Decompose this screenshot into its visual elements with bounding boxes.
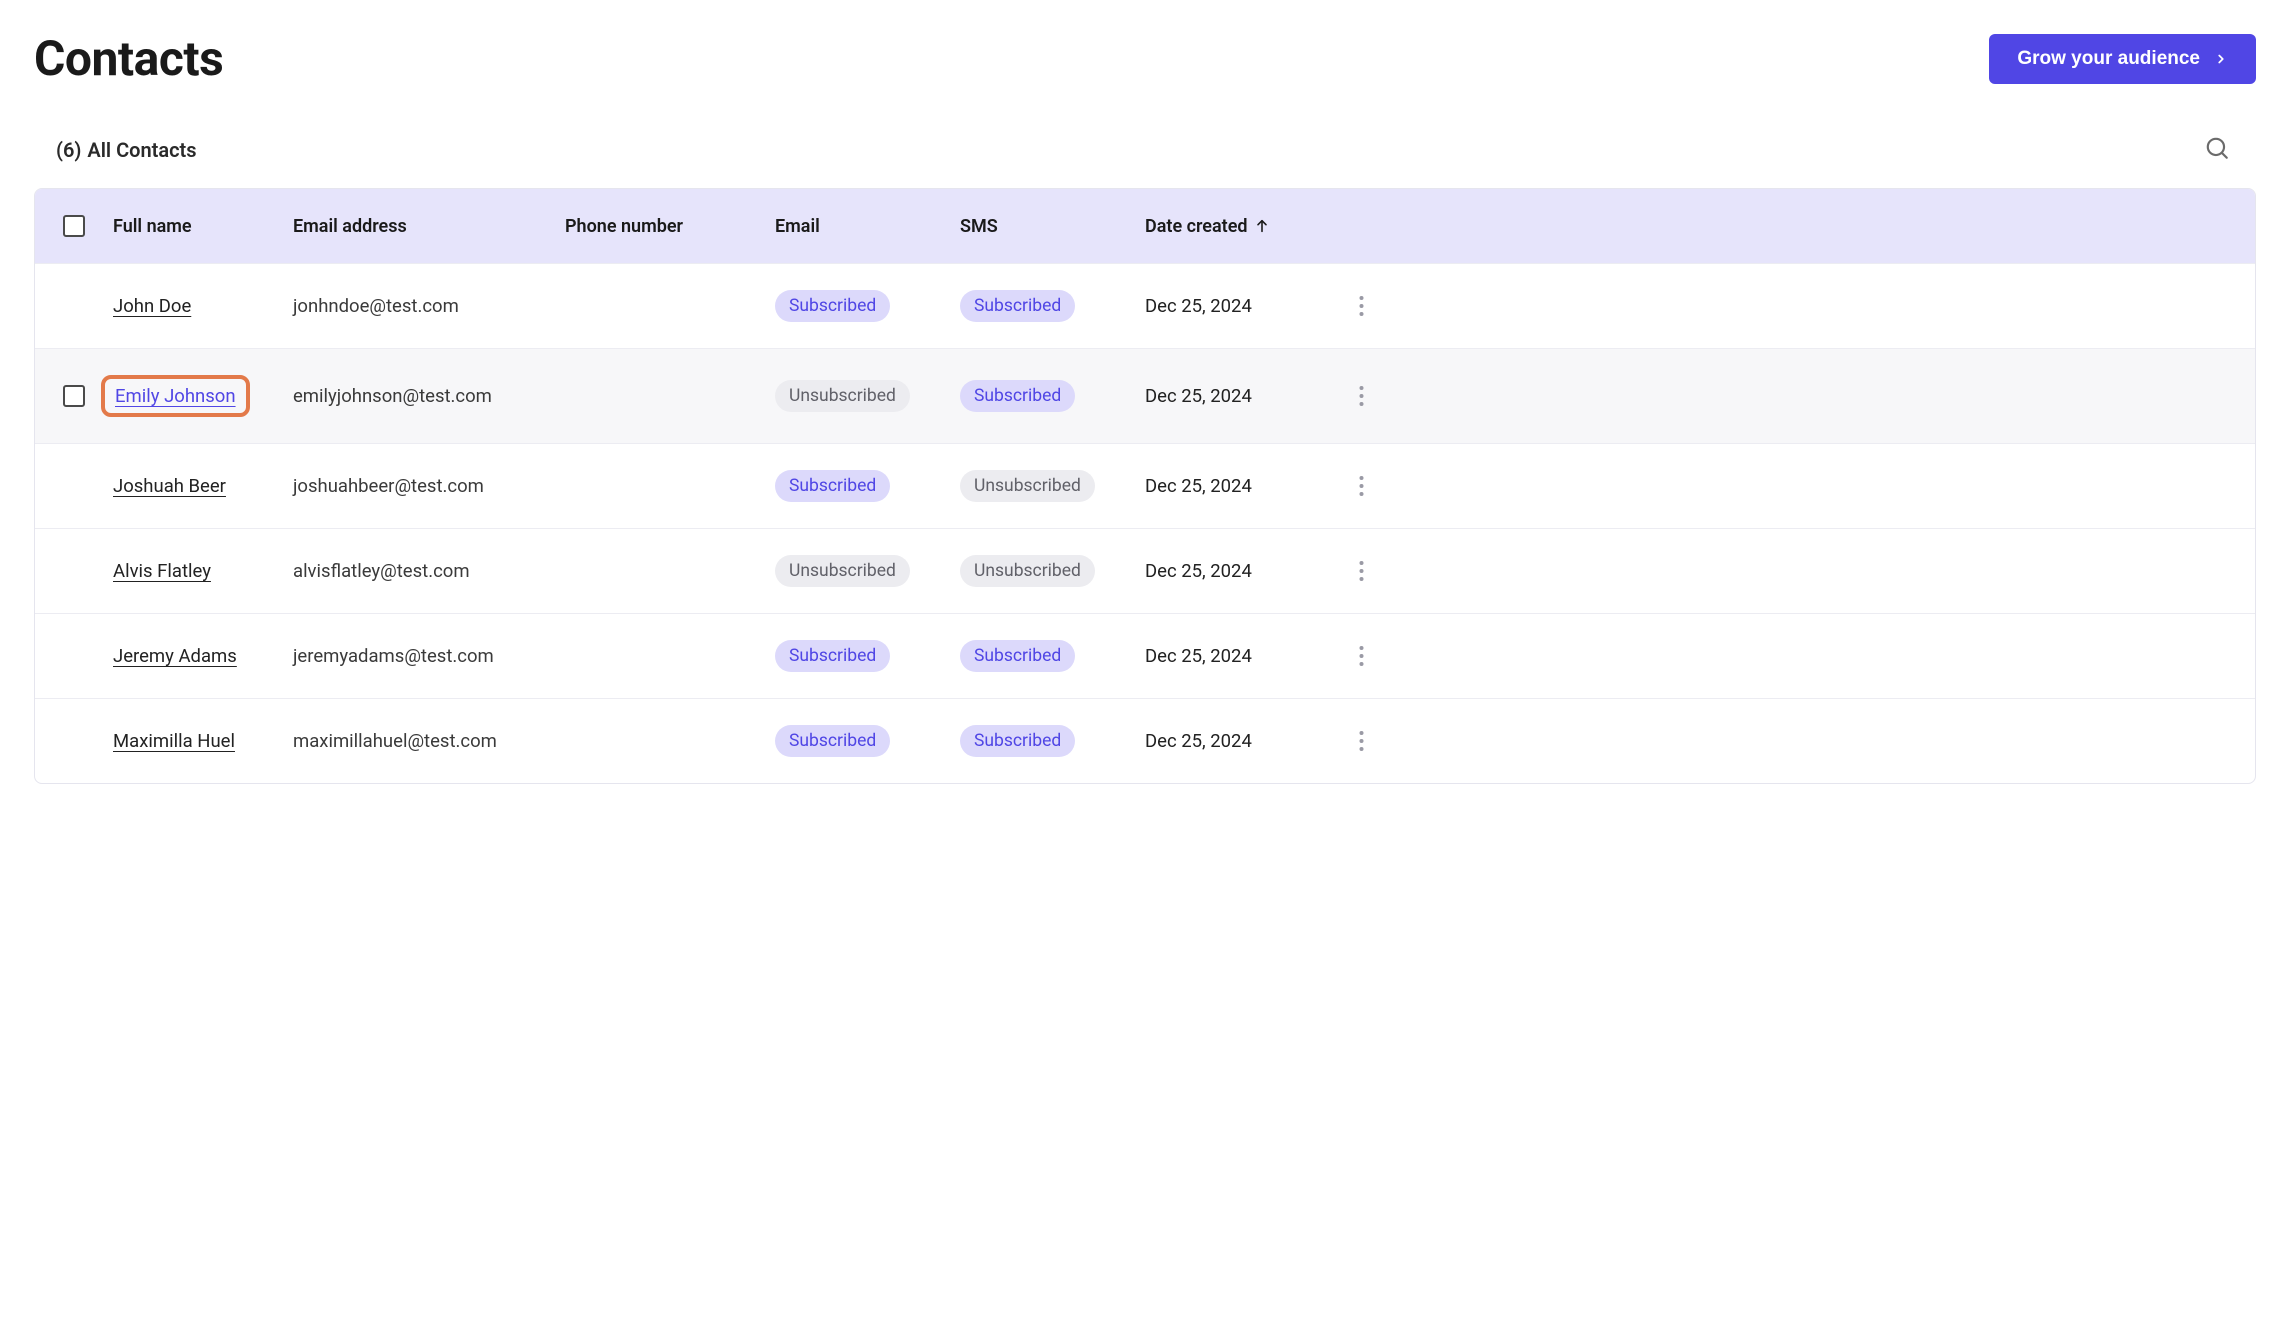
column-full-name[interactable]: Full name (113, 216, 293, 237)
email-status-badge: Unsubscribed (775, 380, 910, 412)
column-full-name-label: Full name (113, 216, 192, 237)
contact-name-link[interactable]: Joshuah Beer (113, 475, 226, 497)
date-created: Dec 25, 2024 (1145, 475, 1345, 497)
date-created: Dec 25, 2024 (1145, 295, 1345, 317)
search-icon (2204, 135, 2230, 161)
sms-status-badge: Subscribed (960, 380, 1075, 412)
date-created: Dec 25, 2024 (1145, 730, 1345, 752)
email-status-badge: Subscribed (775, 640, 890, 672)
column-date-created[interactable]: Date created (1145, 216, 1345, 237)
table-row: Jeremy Adams jeremyadams@test.com Subscrib… (35, 613, 2255, 698)
sort-ascending-icon (1254, 218, 1270, 234)
contacts-filter-label: All Contacts (87, 138, 196, 162)
more-vertical-icon (1359, 296, 1364, 316)
column-date-created-label: Date created (1145, 216, 1248, 237)
contact-name-link[interactable]: John Doe (113, 295, 191, 317)
table-row: Joshuah Beer joshuahbeer@test.com Subscrib… (35, 443, 2255, 528)
contact-email: maximillahuel@test.com (293, 730, 565, 752)
chevron-right-icon (2214, 52, 2228, 66)
callout-highlight: Emily Johnson (101, 375, 250, 417)
contacts-table: Full name Email address Phone number Ema… (34, 188, 2256, 784)
sms-status-badge: Unsubscribed (960, 555, 1095, 587)
date-created: Dec 25, 2024 (1145, 560, 1345, 582)
more-vertical-icon (1359, 476, 1364, 496)
column-email-status[interactable]: Email (775, 216, 960, 237)
column-email-label: Email address (293, 216, 407, 237)
contact-name-link[interactable]: Alvis Flatley (113, 560, 211, 582)
email-status-badge: Subscribed (775, 470, 890, 502)
sms-status-badge: Subscribed (960, 290, 1075, 322)
sms-status-badge: Unsubscribed (960, 470, 1095, 502)
email-status-badge: Subscribed (775, 725, 890, 757)
column-phone-label: Phone number (565, 216, 683, 237)
more-vertical-icon (1359, 561, 1364, 581)
select-all-checkbox[interactable] (63, 215, 85, 237)
column-sms-status-label: SMS (960, 216, 998, 237)
email-status-badge: Unsubscribed (775, 555, 910, 587)
contacts-filter-summary: (6) All Contacts (56, 138, 197, 162)
more-vertical-icon (1359, 646, 1364, 666)
column-sms-status[interactable]: SMS (960, 216, 1145, 237)
row-actions-button[interactable] (1345, 555, 1377, 587)
row-actions-button[interactable] (1345, 470, 1377, 502)
contact-email: jeremyadams@test.com (293, 645, 565, 667)
table-row: John Doe jonhndoe@test.com Subscribed Subsc… (35, 263, 2255, 348)
contact-name-link[interactable]: Jeremy Adams (113, 645, 237, 667)
contact-email: emilyjohnson@test.com (293, 385, 565, 407)
contact-name-link[interactable]: Maximilla Huel (113, 730, 235, 752)
date-created: Dec 25, 2024 (1145, 385, 1345, 407)
row-actions-button[interactable] (1345, 290, 1377, 322)
contacts-count: (6) (56, 138, 81, 162)
row-actions-button[interactable] (1345, 380, 1377, 412)
contact-email: jonhndoe@test.com (293, 295, 565, 317)
table-row: Alvis Flatley alvisflatley@test.com Unsubs… (35, 528, 2255, 613)
column-email-status-label: Email (775, 216, 820, 237)
row-actions-button[interactable] (1345, 640, 1377, 672)
contact-email: alvisflatley@test.com (293, 560, 565, 582)
contact-email: joshuahbeer@test.com (293, 475, 565, 497)
column-phone-number[interactable]: Phone number (565, 216, 775, 237)
table-header-row: Full name Email address Phone number Ema… (35, 189, 2255, 263)
more-vertical-icon (1359, 386, 1364, 406)
grow-audience-button[interactable]: Grow your audience (1989, 34, 2256, 84)
email-status-badge: Subscribed (775, 290, 890, 322)
sms-status-badge: Subscribed (960, 640, 1075, 672)
grow-audience-label: Grow your audience (2017, 48, 2200, 70)
page-title: Contacts (34, 30, 223, 87)
more-vertical-icon (1359, 731, 1364, 751)
search-button[interactable] (2200, 131, 2234, 168)
contact-name-link[interactable]: Emily Johnson (115, 385, 236, 407)
column-email-address[interactable]: Email address (293, 216, 565, 237)
date-created: Dec 25, 2024 (1145, 645, 1345, 667)
table-row: Maximilla Huel maximillahuel@test.com Subs… (35, 698, 2255, 783)
row-checkbox[interactable] (63, 385, 85, 407)
table-row: Emily Johnson emilyjohnson@test.com Unsubs… (35, 348, 2255, 443)
row-actions-button[interactable] (1345, 725, 1377, 757)
sms-status-badge: Subscribed (960, 725, 1075, 757)
